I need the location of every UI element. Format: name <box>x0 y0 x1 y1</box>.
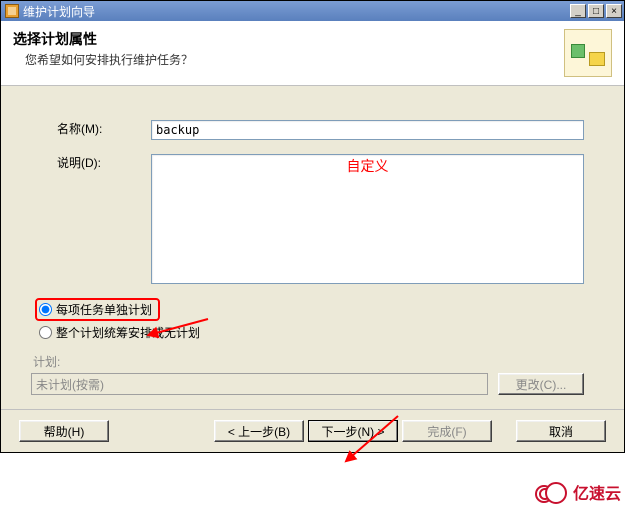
radio-separate-label: 每项任务单独计划 <box>56 301 152 318</box>
change-schedule-button: 更改(C)... <box>498 373 584 395</box>
plan-group-label: 计划: <box>33 353 584 370</box>
app-icon <box>5 4 19 18</box>
wizard-icon <box>564 29 612 77</box>
minimize-button[interactable]: _ <box>570 4 586 18</box>
watermark: 亿速云 <box>535 480 621 504</box>
wizard-window: 维护计划向导 _ □ × 选择计划属性 您希望如何安排执行维护任务？ 名称(M)… <box>0 0 625 453</box>
radio-separate-schedule[interactable] <box>39 303 52 316</box>
window-controls: _ □ × <box>570 4 622 18</box>
plan-group: 计划: 更改(C)... <box>31 353 584 395</box>
header-text: 选择计划属性 您希望如何安排执行维护任务？ <box>13 29 556 68</box>
cancel-button[interactable]: 取消 <box>516 420 606 442</box>
window-title: 维护计划向导 <box>23 3 570 20</box>
header-title: 选择计划属性 <box>13 29 556 49</box>
close-button[interactable]: × <box>606 4 622 18</box>
header-subtitle: 您希望如何安排执行维护任务？ <box>13 51 556 68</box>
back-button[interactable]: < 上一步(B) <box>214 420 304 442</box>
wizard-header: 选择计划属性 您希望如何安排执行维护任务？ <box>1 21 624 86</box>
annotation-custom: 自定义 <box>347 156 389 176</box>
radio-single-label: 整个计划统筹安排或无计划 <box>56 324 200 341</box>
name-input[interactable] <box>151 120 584 140</box>
watermark-icon <box>535 482 569 502</box>
maximize-button[interactable]: □ <box>588 4 604 18</box>
watermark-text: 亿速云 <box>573 480 621 504</box>
annotation-highlight-box: 每项任务单独计划 <box>35 298 160 321</box>
description-label: 说明(D): <box>31 154 151 171</box>
plan-value-input <box>31 373 488 395</box>
help-button[interactable]: 帮助(H) <box>19 420 109 442</box>
name-row: 名称(M): <box>31 120 584 140</box>
schedule-radio-group: 每项任务单独计划 整个计划统筹安排或无计划 <box>35 298 584 341</box>
titlebar[interactable]: 维护计划向导 _ □ × <box>1 1 624 21</box>
name-label: 名称(M): <box>31 120 151 137</box>
description-row: 说明(D): 自定义 <box>31 154 584 284</box>
wizard-footer: 帮助(H) < 上一步(B) 下一步(N) > 完成(F) 取消 <box>1 409 624 452</box>
finish-button: 完成(F) <box>402 420 492 442</box>
wizard-body: 名称(M): 说明(D): 自定义 每项任务单独计划 整个计划统筹安排或无计划 <box>1 86 624 409</box>
next-button[interactable]: 下一步(N) > <box>308 420 398 442</box>
radio-single-schedule[interactable] <box>39 326 52 339</box>
